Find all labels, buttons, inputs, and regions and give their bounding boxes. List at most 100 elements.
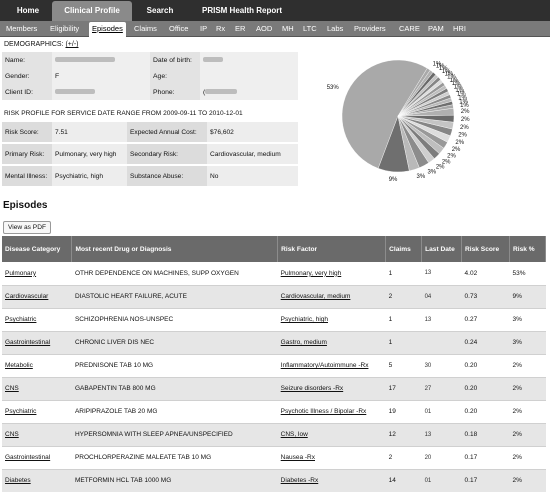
subtab-ip[interactable]: IP <box>200 21 207 37</box>
pie-slice-label: 1% <box>433 61 442 67</box>
disease-category-link-text[interactable]: CNS <box>5 385 19 392</box>
age-value <box>200 68 298 84</box>
episodes-table: Disease Category Most recent Drug or Dia… <box>2 236 547 492</box>
drug-diagnosis-cell: METFORMIN HCL TAB 1000 MG <box>71 469 278 492</box>
tab-clinical-profile[interactable]: Clinical Profile <box>52 1 132 21</box>
disease-category-link[interactable]: Diabetes <box>2 469 72 492</box>
disease-category-link-text[interactable]: Psychiatric <box>5 316 36 323</box>
risk-factor-link-text[interactable]: Seizure disorders -Rx <box>281 385 344 392</box>
disease-category-link[interactable]: CNS <box>2 377 72 401</box>
risk-score-cell: 0.27 <box>461 308 510 332</box>
disease-category-link-text[interactable]: Psychiatric <box>5 408 36 415</box>
col-last-date[interactable]: Last Date <box>421 236 463 262</box>
risk-factor-link[interactable]: Gastro, medium <box>277 331 386 355</box>
col-risk-factor[interactable]: Risk Factor <box>277 236 387 262</box>
subtab-providers[interactable]: Providers <box>354 21 386 37</box>
risk-factor-link[interactable]: Psychotic Illness / Bipolar -Rx <box>277 400 386 424</box>
subtab-pam[interactable]: PAM <box>428 21 444 37</box>
subtab-members[interactable]: Members <box>6 21 37 37</box>
drug-diagnosis-cell-text: PREDNISONE TAB 10 MG <box>74 362 154 369</box>
risk-factor-link-text[interactable]: Pulmonary, very high <box>281 270 342 277</box>
pie-slice-label: 2% <box>461 109 470 115</box>
risk-factor-link[interactable]: Pulmonary, very high <box>277 262 386 286</box>
col-risk-score[interactable]: Risk Score <box>461 236 510 262</box>
risk-factor-link-text[interactable]: Diabetes -Rx <box>281 477 319 484</box>
pie-slice-label: 9% <box>389 177 398 183</box>
risk-factor-link[interactable]: Seizure disorders -Rx <box>277 377 386 401</box>
disease-category-link[interactable]: Gastrointestinal <box>2 331 72 355</box>
disease-category-link[interactable]: Cardiovascular <box>2 285 72 309</box>
col-claims[interactable]: Claims <box>385 236 423 262</box>
risk-factor-link[interactable]: Nausea -Rx <box>277 446 386 470</box>
risk-factor-link[interactable]: CNS, low <box>277 423 386 447</box>
risk-factor-link-text[interactable]: CNS, low <box>281 431 308 438</box>
risk-factor-link-text[interactable]: Cardiovascular, medium <box>281 293 351 300</box>
disease-category-link[interactable]: Psychiatric <box>2 308 72 332</box>
risk-factor-link-text[interactable]: Psychiatric, high <box>281 316 328 323</box>
subtab-care[interactable]: CARE <box>399 21 420 37</box>
risk-profile-heading: RISK PROFILE FOR SERVICE DATE RANGE FROM… <box>4 110 243 117</box>
disease-category-link[interactable]: Psychiatric <box>2 400 72 424</box>
disease-category-link[interactable]: Metabolic <box>2 354 72 378</box>
disease-category-link-text[interactable]: Metabolic <box>5 362 33 369</box>
claims-cell-text: 2 <box>388 454 393 461</box>
risk-factor-link-text[interactable]: Inflammatory/Autoimmune -Rx <box>281 362 369 369</box>
risk-factor-link[interactable]: Psychiatric, high <box>277 308 386 332</box>
risk-pct-cell-text: 2% <box>512 454 522 461</box>
subtab-eligibility[interactable]: Eligibility <box>50 21 79 37</box>
subtab-episodes[interactable]: Episodes <box>89 22 126 37</box>
col-disease-category[interactable]: Disease Category <box>2 236 73 262</box>
expected-cost-value: $76,602 <box>207 122 298 142</box>
drug-diagnosis-cell-text: CHRONIC LIVER DIS NEC <box>74 339 155 346</box>
risk-pct-cell: 2% <box>509 423 546 447</box>
col-risk-pct[interactable]: Risk % <box>509 236 547 262</box>
risk-score-cell-text: 0.17 <box>464 454 478 461</box>
subtab-ltc[interactable]: LTC <box>303 21 317 37</box>
subtab-office[interactable]: Office <box>169 21 188 37</box>
disease-category-link[interactable]: Gastrointestinal <box>2 446 72 470</box>
subtab-labs[interactable]: Labs <box>327 21 343 37</box>
secondary-risk-label: Secondary Risk: <box>127 144 207 164</box>
disease-category-link-text[interactable]: Gastrointestinal <box>5 339 50 346</box>
episodes-header-row: Disease Category Most recent Drug or Dia… <box>2 236 547 262</box>
risk-factor-link[interactable]: Inflammatory/Autoimmune -Rx <box>277 354 386 378</box>
demographics-toggle[interactable]: (+/-) <box>65 41 78 48</box>
subtab-claims[interactable]: Claims <box>134 21 157 37</box>
disease-category-link-text[interactable]: Gastrointestinal <box>5 454 50 461</box>
table-row: Psychiatric SCHIZOPHRENIA NOS-UNSPEC Psych… <box>2 308 546 332</box>
phone-value: ( <box>200 84 298 100</box>
risk-factor-link-text[interactable]: Psychotic Illness / Bipolar -Rx <box>281 408 367 415</box>
drug-diagnosis-cell: GABAPENTIN TAB 800 MG <box>71 377 278 401</box>
tab-prism-health-report[interactable]: PRISM Health Report <box>192 0 292 21</box>
sub-nav: Members Eligibility Episodes Claims Offi… <box>0 21 550 37</box>
view-as-pdf-button[interactable]: View as PDF <box>3 221 51 234</box>
risk-factor-link[interactable]: Diabetes -Rx <box>277 469 386 492</box>
risk-score-cell: 0.17 <box>461 469 510 492</box>
claims-cell-text: 1 <box>388 269 393 277</box>
pie-slice-label: 2% <box>452 147 461 153</box>
drug-diagnosis-cell: SCHIZOPHRENIA NOS-UNSPEC <box>71 308 278 332</box>
disease-category-link-text[interactable]: Pulmonary <box>5 270 36 277</box>
gender-label: Gender: <box>2 68 52 84</box>
disease-category-link-text[interactable]: Cardiovascular <box>5 293 48 300</box>
claims-cell: 5 <box>385 354 422 378</box>
subtab-rx[interactable]: Rx <box>216 21 225 37</box>
drug-diagnosis-cell-text: HYPERSOMNIA WITH SLEEP APNEA/UNSPECIFIED <box>74 431 233 438</box>
risk-factor-link-text[interactable]: Gastro, medium <box>281 339 327 346</box>
last-date-cell: 13 <box>421 262 462 286</box>
subtab-aod[interactable]: AOD <box>256 21 272 37</box>
claims-cell-text: 1 <box>388 339 393 346</box>
risk-factor-link[interactable]: Cardiovascular, medium <box>277 285 386 309</box>
disease-category-link[interactable]: Pulmonary <box>2 262 72 286</box>
disease-category-link-text[interactable]: Diabetes <box>5 477 31 484</box>
subtab-mh[interactable]: MH <box>282 21 294 37</box>
disease-category-link-text[interactable]: CNS <box>5 431 19 438</box>
disease-category-link[interactable]: CNS <box>2 423 72 447</box>
tab-home[interactable]: Home <box>8 0 48 21</box>
col-drug-diagnosis[interactable]: Most recent Drug or Diagnosis <box>71 236 279 262</box>
risk-factor-link-text[interactable]: Nausea -Rx <box>281 454 315 461</box>
mental-illness-label: Mental Illness: <box>2 166 52 186</box>
subtab-er[interactable]: ER <box>235 21 245 37</box>
tab-search[interactable]: Search <box>140 0 180 21</box>
subtab-hri[interactable]: HRI <box>453 21 466 37</box>
